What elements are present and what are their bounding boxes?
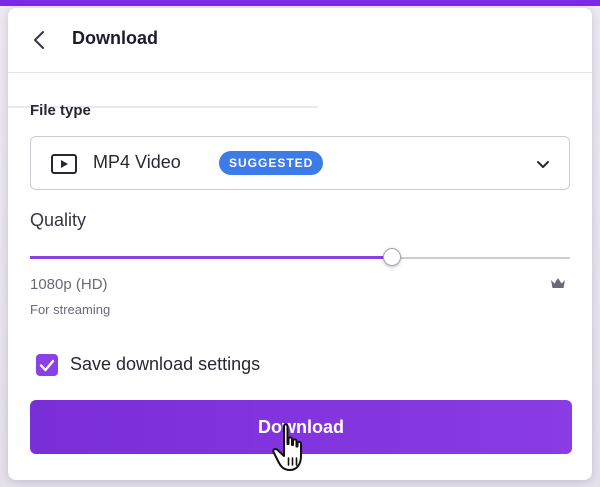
crown-icon [550, 276, 566, 290]
file-type-label: File type [30, 102, 91, 119]
back-button[interactable] [26, 26, 54, 54]
file-type-value: MP4 Video [93, 152, 181, 172]
slider-fill [30, 256, 392, 259]
top-accent-bar [0, 0, 600, 6]
video-file-icon [51, 154, 77, 174]
quality-slider[interactable] [30, 248, 570, 268]
slider-thumb[interactable] [382, 248, 401, 266]
quality-label: Quality [30, 210, 87, 230]
download-panel: Download File type MP4 Video SUGGESTED Q… [8, 8, 592, 480]
resolution-value: 1080p (HD) [30, 276, 108, 293]
resolution-note: For streaming [30, 302, 111, 317]
hand-pointer-icon [270, 422, 314, 474]
panel-header: Download [8, 8, 592, 73]
checkmark-icon [39, 359, 55, 372]
save-settings-label: Save download settings [70, 354, 261, 374]
suggested-badge: SUGGESTED [219, 151, 324, 175]
file-type-dropdown[interactable]: MP4 Video SUGGESTED [30, 136, 570, 190]
panel-title: Download [72, 28, 158, 48]
chevron-left-icon [34, 31, 44, 49]
save-settings-checkbox[interactable] [36, 354, 58, 376]
chevron-down-icon [535, 156, 551, 172]
